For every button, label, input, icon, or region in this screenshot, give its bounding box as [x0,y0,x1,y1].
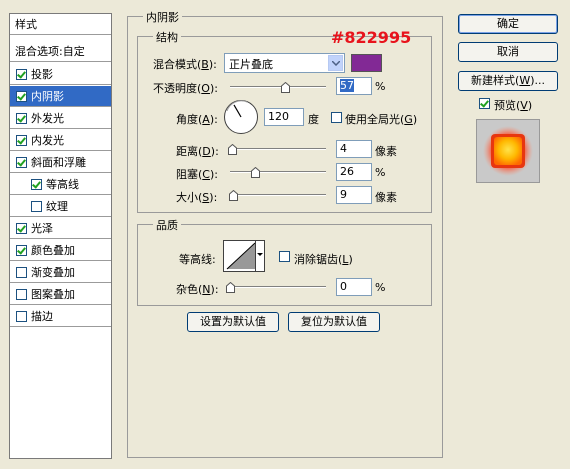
panel-title: 内阴影 [143,9,182,25]
style-item-3[interactable]: 外发光 [10,108,111,129]
checkbox-icon[interactable] [16,135,27,146]
checkbox-icon[interactable] [16,311,27,322]
style-item-11[interactable]: 图案叠加 [10,284,111,305]
angle-unit: 度 [308,113,319,126]
blend-mode-select[interactable]: 正片叠底 [224,53,345,73]
checkbox-icon[interactable] [16,289,27,300]
checkbox-icon[interactable] [16,157,27,168]
noise-slider-track[interactable] [230,286,326,288]
distance-unit: 像素 [375,145,397,158]
contour-curve-icon [226,242,256,270]
choke-slider-thumb-icon[interactable] [250,167,260,178]
opacity-input[interactable]: 57 [336,77,372,95]
style-item-label: 外发光 [31,112,64,125]
blend-options-label: 混合选项:自定 [15,45,85,58]
color-annotation: #822995 [331,28,412,47]
size-label: 大小(S): [176,191,218,204]
checkbox-icon[interactable] [16,245,27,256]
style-item-2[interactable]: 内阴影 [10,86,111,107]
style-item-label: 纹理 [46,200,68,213]
style-item-7[interactable]: 纹理 [10,196,111,217]
style-item-12[interactable]: 描边 [10,306,111,327]
size-unit: 像素 [375,191,397,204]
style-item-label: 投影 [31,68,53,81]
checkbox-icon[interactable] [16,267,27,278]
style-list-header-label: 样式 [15,18,37,31]
distance-label: 距离(D): [176,145,219,158]
blend-options-item[interactable]: 混合选项:自定 [10,42,111,62]
checkbox-icon[interactable] [16,223,27,234]
blend-mode-value: 正片叠底 [229,58,273,71]
style-item-label: 光泽 [31,222,53,235]
contour-label: 等高线: [179,253,216,266]
style-item-10[interactable]: 渐变叠加 [10,262,111,283]
style-item-1[interactable]: 投影 [10,64,111,85]
structure-title: 结构 [153,29,181,45]
preview-checkbox[interactable] [479,98,490,109]
distance-slider-thumb-icon[interactable] [227,144,237,155]
choke-input[interactable]: 26 [336,163,372,181]
style-preview-thumbnail [476,119,540,183]
size-slider-track[interactable] [230,194,326,196]
reset-default-button[interactable]: 复位为默认值 [288,312,380,332]
global-light-checkbox[interactable] [331,112,342,123]
noise-label: 杂色(N): [176,283,219,296]
opacity-unit: % [375,80,386,93]
checkbox-icon[interactable] [16,113,27,124]
checkbox-icon[interactable] [31,201,42,212]
checkbox-icon[interactable] [16,69,27,80]
noise-input[interactable]: 0 [336,278,372,296]
style-item-8[interactable]: 光泽 [10,218,111,239]
style-item-label: 颜色叠加 [31,244,75,257]
checkbox-icon[interactable] [16,91,27,102]
distance-input[interactable]: 4 [336,140,372,158]
style-item-5[interactable]: 斜面和浮雕 [10,152,111,173]
global-light-label: 使用全局光(G) [345,113,418,126]
angle-dial-icon[interactable] [223,99,259,135]
ok-button[interactable]: 确定 [458,14,558,34]
blend-mode-label: 混合模式(B): [153,58,217,71]
style-item-9[interactable]: 颜色叠加 [10,240,111,261]
opacity-slider-thumb-icon[interactable] [280,82,290,93]
style-item-label: 描边 [31,310,53,323]
quality-title: 品质 [153,217,181,233]
cancel-button[interactable]: 取消 [458,42,558,62]
style-list: 样式 混合选项:自定 投影内阴影外发光内发光斜面和浮雕等高线纹理光泽颜色叠加渐变… [9,13,112,459]
choke-slider-track[interactable] [230,171,326,173]
choke-label: 阻塞(C): [176,168,218,181]
preview-label: 预览(V) [494,99,533,112]
new-style-button[interactable]: 新建样式(W)... [458,71,558,91]
style-item-label: 渐变叠加 [31,266,75,279]
style-item-label: 等高线 [46,178,79,191]
distance-slider-track[interactable] [230,148,326,150]
choke-unit: % [375,166,386,179]
make-default-button[interactable]: 设置为默认值 [187,312,279,332]
angle-input[interactable]: 120 [264,108,304,126]
size-slider-thumb-icon[interactable] [229,190,239,201]
style-item-label: 内发光 [31,134,64,147]
style-item-4[interactable]: 内发光 [10,130,111,151]
style-item-6[interactable]: 等高线 [10,174,111,195]
noise-unit: % [375,281,386,294]
opacity-label: 不透明度(O): [153,82,218,95]
contour-dropdown-arrow-icon[interactable] [255,241,264,271]
style-list-header[interactable]: 样式 [10,14,111,35]
angle-label: 角度(A): [176,113,218,126]
checkbox-icon[interactable] [31,179,42,190]
contour-picker[interactable] [223,240,265,272]
antialias-checkbox[interactable] [279,251,290,262]
noise-slider-thumb-icon[interactable] [226,282,235,293]
antialias-label: 消除锯齿(L) [294,253,353,266]
shadow-color-swatch[interactable] [351,54,382,72]
style-preview-icon [483,126,533,176]
opacity-slider-track[interactable] [230,86,326,88]
style-item-label: 图案叠加 [31,288,75,301]
style-item-label: 斜面和浮雕 [31,156,86,169]
size-input[interactable]: 9 [336,186,372,204]
style-item-label: 内阴影 [31,90,64,103]
dropdown-arrow-icon [328,55,343,71]
